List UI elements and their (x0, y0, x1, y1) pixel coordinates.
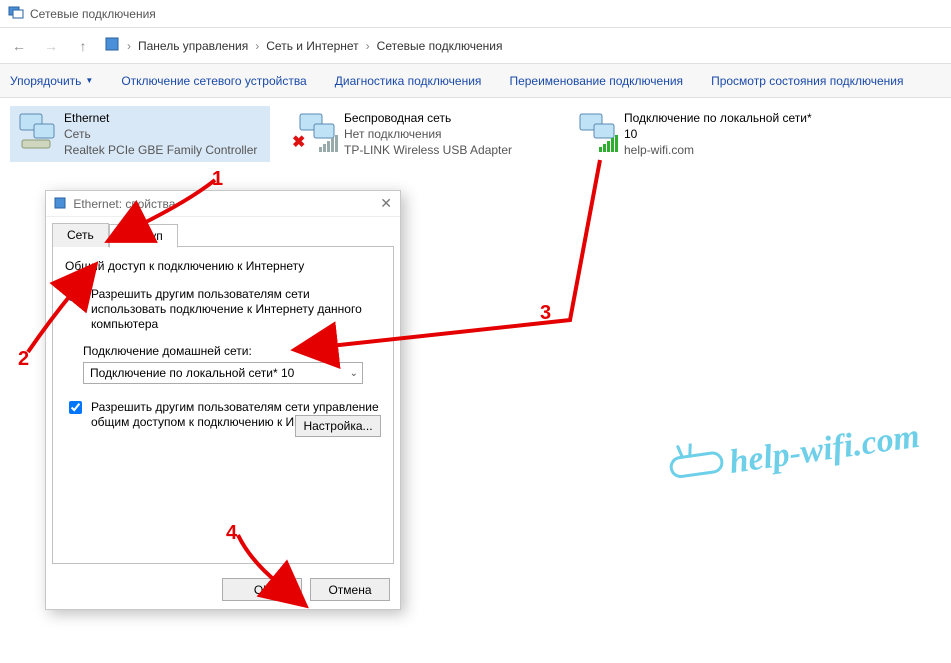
group-label: Общий доступ к подключению к Интернету (65, 259, 381, 273)
breadcrumb-item[interactable]: Сеть и Интернет (266, 39, 358, 53)
connection-name: Беспроводная сеть (344, 110, 512, 126)
control-panel-icon (104, 36, 120, 55)
window-title: Сетевые подключения (30, 7, 156, 21)
router-icon (669, 450, 726, 479)
dialog-titlebar: Ethernet: свойства ✕ (46, 191, 400, 217)
wireless-icon: ✖ (296, 110, 336, 150)
rename-button[interactable]: Переименование подключения (509, 74, 683, 88)
breadcrumb-item[interactable]: Панель управления (138, 39, 248, 53)
diagnose-button[interactable]: Диагностика подключения (335, 74, 482, 88)
nav-back-button[interactable]: ← (8, 35, 30, 57)
disable-device-button[interactable]: Отключение сетевого устройства (121, 74, 306, 88)
combo-value: Подключение по локальной сети* 10 (90, 366, 294, 380)
allow-control-checkbox[interactable] (69, 401, 82, 414)
settings-button[interactable]: Настройка... (295, 415, 381, 437)
connection-status: Сеть (64, 126, 257, 142)
connection-name: Ethernet (64, 110, 257, 126)
navigation-bar: ← → ↑ › Панель управления › Сеть и Интер… (0, 28, 951, 64)
connection-device: Realtek PCIe GBE Family Controller (64, 142, 257, 158)
chevron-right-icon: › (366, 39, 370, 53)
connection-status: Нет подключения (344, 126, 512, 142)
chevron-right-icon: › (255, 39, 259, 53)
annotation-3: 3 (540, 302, 551, 325)
network-connections-icon (8, 4, 24, 23)
disabled-x-icon: ✖ (292, 132, 305, 152)
connection-status: help-wifi.com (624, 142, 824, 158)
cancel-button[interactable]: Отмена (310, 578, 390, 601)
tab-access[interactable]: Доступ (109, 224, 178, 248)
organize-menu[interactable]: Упорядочить ▼ (10, 74, 93, 88)
connection-item-ethernet[interactable]: Ethernet Сеть Realtek PCIe GBE Family Co… (10, 106, 270, 162)
local-connection-icon (576, 110, 616, 150)
close-button[interactable]: ✕ (380, 195, 392, 212)
tab-panel-access: Общий доступ к подключению к Интернету Р… (52, 246, 394, 564)
annotation-4: 4 (226, 522, 237, 545)
dialog-title: Ethernet: свойства (73, 197, 175, 211)
allow-share-label: Разрешить другим пользователям сети испо… (91, 287, 381, 332)
home-network-label: Подключение домашней сети: (83, 344, 381, 358)
tab-network[interactable]: Сеть (52, 223, 109, 247)
annotation-2: 2 (18, 348, 29, 371)
nav-up-button[interactable]: ↑ (72, 35, 94, 57)
window-titlebar: Сетевые подключения (0, 0, 951, 28)
ethernet-icon (16, 110, 56, 150)
properties-dialog: Ethernet: свойства ✕ Сеть Доступ Общий д… (45, 190, 401, 610)
signal-bars-icon (319, 135, 338, 152)
command-toolbar: Упорядочить ▼ Отключение сетевого устрой… (0, 64, 951, 98)
chevron-down-icon: ⌄ (350, 368, 358, 379)
connection-name: Подключение по локальной сети* 10 (624, 110, 824, 142)
connection-item-wireless[interactable]: ✖ Беспроводная сеть Нет подключения TP-L… (290, 106, 550, 162)
signal-bars-icon (599, 135, 618, 152)
home-network-combo[interactable]: Подключение по локальной сети* 10 ⌄ (83, 362, 363, 384)
nav-forward-button[interactable]: → (40, 35, 62, 57)
connection-device: TP-LINK Wireless USB Adapter (344, 142, 512, 158)
breadcrumb-item[interactable]: Сетевые подключения (377, 39, 503, 53)
breadcrumb[interactable]: › Панель управления › Сеть и Интернет › … (104, 36, 502, 55)
view-status-button[interactable]: Просмотр состояния подключения (711, 74, 903, 88)
chevron-right-icon: › (127, 39, 131, 53)
ok-button[interactable]: ОК (222, 578, 302, 601)
connection-item-local[interactable]: Подключение по локальной сети* 10 help-w… (570, 106, 830, 162)
allow-share-checkbox[interactable] (69, 288, 82, 301)
annotation-1: 1 (212, 168, 223, 191)
chevron-down-icon: ▼ (85, 76, 93, 85)
organize-label: Упорядочить (10, 74, 81, 88)
